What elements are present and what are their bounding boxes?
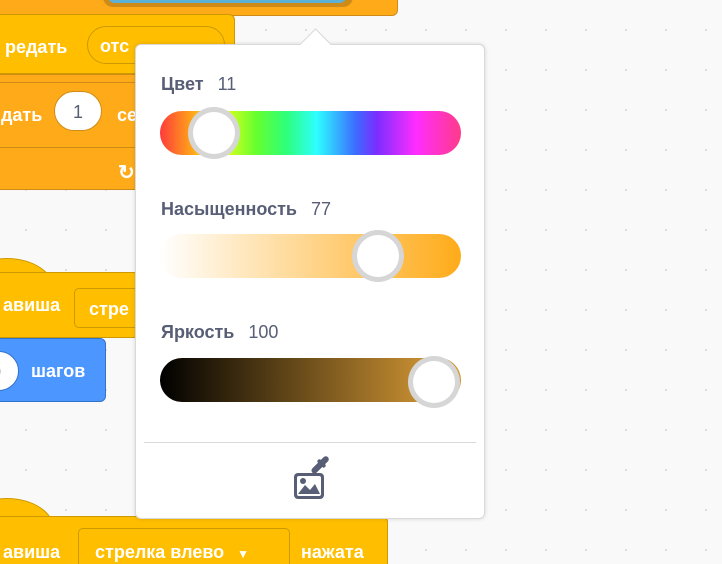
eyedropper-icon[interactable] xyxy=(292,455,330,503)
move-block-label: шагов xyxy=(31,361,86,381)
brightness-slider-handle[interactable] xyxy=(408,356,460,408)
key-pressed-block-2[interactable]: авиша стрелка влево ▼ нажата xyxy=(0,516,388,564)
brightness-slider[interactable] xyxy=(160,356,461,408)
color-picker-popup: Цвет 11 Насыщенность 77 Яркость 100 xyxy=(135,28,485,519)
wait-seconds-input[interactable]: 1 xyxy=(54,91,102,131)
hue-label: Цвет xyxy=(161,74,204,94)
steps-input[interactable]: 0 xyxy=(0,351,19,391)
hue-row-label: Цвет 11 xyxy=(161,74,236,95)
hue-slider[interactable] xyxy=(160,107,461,159)
hue-slider-handle[interactable] xyxy=(188,107,240,159)
brightness-value: 100 xyxy=(248,322,279,342)
popup-divider xyxy=(144,442,476,443)
key-block-2-label: авиша xyxy=(3,542,61,562)
key-block-1-label: авиша xyxy=(3,295,61,315)
saturation-label: Насыщенность xyxy=(161,199,297,219)
top-block-inner-field xyxy=(103,0,353,7)
key-pressed-block-1[interactable]: авиша стре xyxy=(0,272,154,338)
key-select-dropdown-2[interactable]: стрелка влево ▼ xyxy=(78,528,290,564)
saturation-row-label: Насыщенность 77 xyxy=(161,199,331,220)
wait-block-label: дать xyxy=(1,105,43,125)
key-block-2-suffix: нажата xyxy=(301,542,364,562)
dropdown-caret-icon: ▼ xyxy=(237,547,250,561)
repeat-arrow-icon: ↻ xyxy=(118,162,135,184)
brightness-row-label: Яркость 100 xyxy=(161,322,278,343)
brightness-label: Яркость xyxy=(161,322,235,342)
saturation-value: 77 xyxy=(310,199,332,219)
saturation-slider[interactable] xyxy=(160,230,461,282)
move-steps-block[interactable]: 0 шагов xyxy=(0,338,106,402)
hue-value: 11 xyxy=(217,74,237,94)
broadcast-block-label: редать xyxy=(5,37,68,57)
saturation-slider-handle[interactable] xyxy=(352,230,404,282)
